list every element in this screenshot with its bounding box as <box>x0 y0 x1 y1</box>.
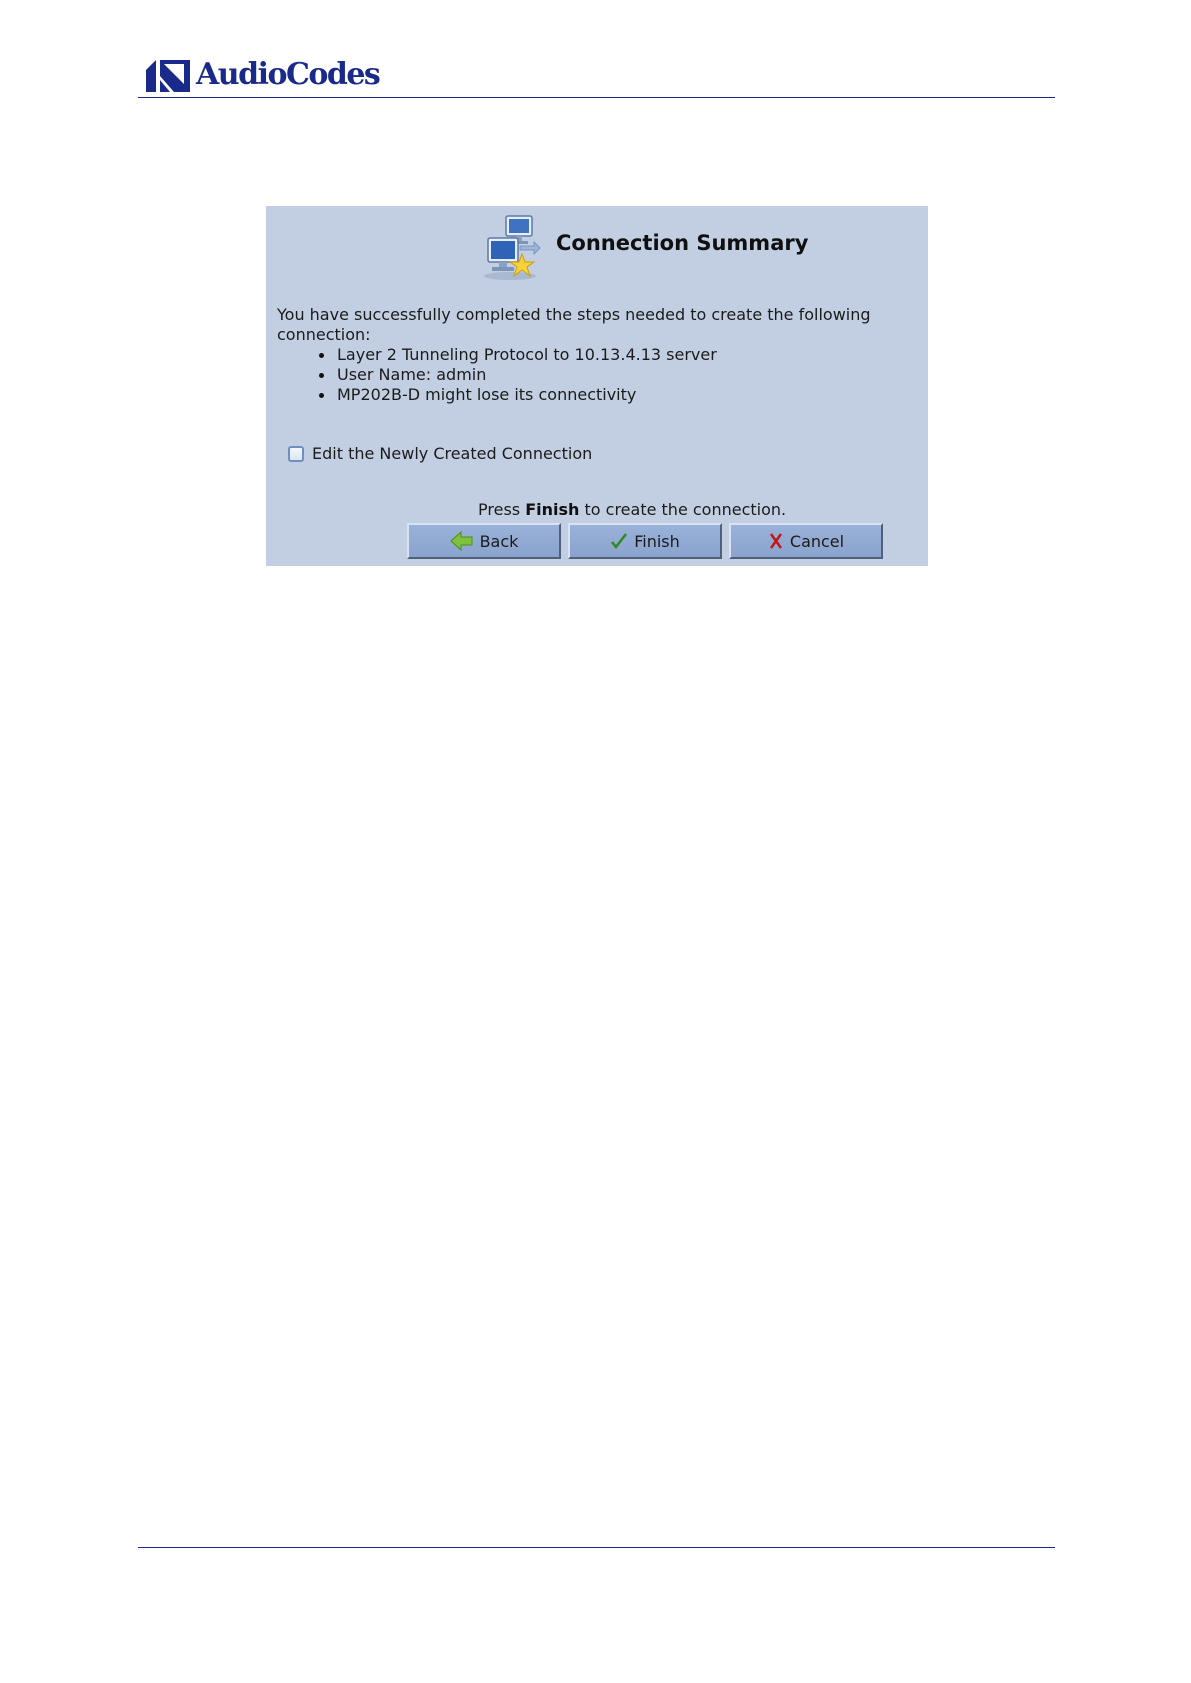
back-button-label: Back <box>479 531 519 551</box>
summary-intro: You have successfully completed the step… <box>277 305 871 344</box>
instruction-prefix: Press <box>478 500 521 519</box>
cross-icon <box>769 533 782 549</box>
cancel-button-label: Cancel <box>789 531 845 551</box>
dialog-header: Connection Summary <box>480 212 808 284</box>
dialog-buttons: Back Finish Cancel <box>407 523 890 559</box>
edit-connection-label: Edit the Newly Created Connection <box>312 444 593 463</box>
back-arrow-icon <box>449 530 473 552</box>
finish-button-label: Finish <box>634 531 680 551</box>
dialog-title: Connection Summary <box>556 231 809 255</box>
cancel-button[interactable]: Cancel <box>729 523 883 559</box>
finish-button[interactable]: Finish <box>568 523 722 559</box>
connection-summary-dialog: Connection Summary You have successfully… <box>266 206 928 566</box>
checkmark-icon <box>611 533 628 550</box>
finish-instruction: Press Finish to create the connection. <box>478 500 786 519</box>
list-item: Layer 2 Tunneling Protocol to 10.13.4.13… <box>319 345 922 365</box>
list-item: User Name: admin <box>319 365 922 385</box>
header-rule <box>138 97 1055 98</box>
back-button[interactable]: Back <box>407 523 561 559</box>
edit-connection-checkbox[interactable] <box>288 445 304 462</box>
edit-connection-option[interactable]: Edit the Newly Created Connection <box>288 444 592 463</box>
audiocodes-logo: AudioCodes <box>144 54 381 96</box>
audiocodes-logo-icon <box>144 56 192 94</box>
footer-rule <box>138 1547 1055 1548</box>
summary-text: You have successfully completed the step… <box>277 305 922 405</box>
logo-wordmark: AudioCodes <box>196 57 381 92</box>
summary-list: Layer 2 Tunneling Protocol to 10.13.4.13… <box>277 345 922 405</box>
list-item: MP202B-D might lose its connectivity <box>319 385 922 405</box>
instruction-bold: Finish <box>525 500 580 519</box>
instruction-suffix: to create the connection. <box>584 500 787 519</box>
wizard-computer-icon <box>484 215 541 280</box>
